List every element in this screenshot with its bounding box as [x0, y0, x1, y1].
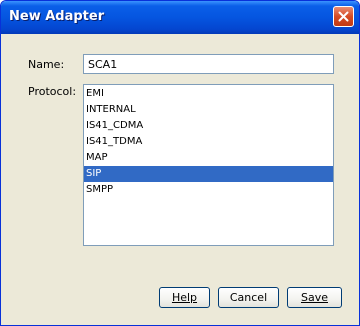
protocol-item-is41_cdma[interactable]: IS41_CDMA [84, 118, 333, 134]
cancel-button[interactable]: Cancel [218, 287, 279, 308]
protocol-item-map[interactable]: MAP [84, 150, 333, 166]
save-button-label: Save [300, 291, 328, 304]
dialog-body: Name: Protocol: EMIINTERNALIS41_CDMAIS41… [4, 34, 356, 322]
title-bar[interactable]: New Adapter [1, 1, 359, 34]
protocol-item-smpp[interactable]: SMPP [84, 182, 333, 198]
name-label: Name: [28, 58, 65, 71]
protocol-list[interactable]: EMI INTERNAL IS41_CDMA IS41_TDMA MAP SIP SMPP [83, 84, 334, 246]
window-title: New Adapter [9, 9, 105, 24]
protocol-item-internal[interactable]: INTERNAL [84, 102, 333, 118]
cancel-button-label: Cancel [229, 291, 268, 304]
protocol-label: Protocol: [28, 85, 77, 98]
protocol-item-emi[interactable]: EMI [84, 86, 333, 102]
name-input[interactable] [83, 54, 334, 74]
new-adapter-dialog: New Adapter Name: Protocol: EMIINTERNALI… [0, 0, 360, 326]
help-button[interactable]: Help [159, 287, 210, 308]
protocol-item-is41_tdma[interactable]: IS41_TDMA [84, 134, 333, 150]
save-button[interactable]: Save [287, 287, 342, 308]
protocol-item-sip[interactable]: SIP [84, 166, 333, 182]
close-icon [338, 11, 349, 22]
help-button-label: Help [171, 291, 198, 304]
close-button[interactable] [333, 6, 354, 27]
